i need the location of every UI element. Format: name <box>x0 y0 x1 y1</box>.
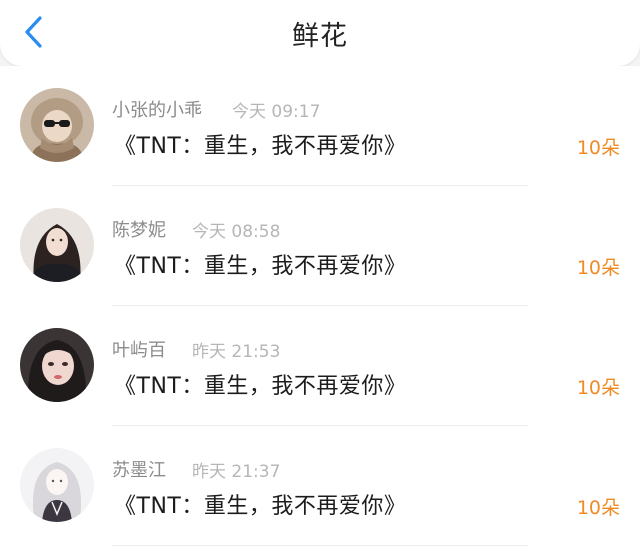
sender-name: 叶屿百 <box>112 340 166 361</box>
avatar[interactable] <box>20 448 94 522</box>
list-item[interactable]: 苏墨江 昨天 21:37 《TNT：重生，我不再爱你》 10朵 <box>0 426 640 546</box>
flower-count: 10朵 <box>576 497 620 519</box>
divider <box>112 545 528 546</box>
user-avatar-image <box>20 328 94 402</box>
user-avatar-image <box>20 88 94 162</box>
book-title[interactable]: 《TNT：重生，我不再爱你》 <box>114 488 406 520</box>
timestamp: 昨天 21:53 <box>192 342 281 362</box>
sender-name: 小张的小乖 <box>112 100 202 121</box>
flower-gift-list: 小张的小乖 今天 09:17 《TNT：重生，我不再爱你》 10朵 陈梦妮 今天… <box>0 66 640 548</box>
timestamp: 昨天 21:37 <box>192 462 281 482</box>
sender-name: 苏墨江 <box>112 460 166 481</box>
book-title[interactable]: 《TNT：重生，我不再爱你》 <box>114 128 406 160</box>
sender-name: 陈梦妮 <box>112 220 166 241</box>
list-item[interactable]: 小张的小乖 今天 09:17 《TNT：重生，我不再爱你》 10朵 <box>0 66 640 186</box>
flower-count: 10朵 <box>576 137 620 159</box>
timestamp: 今天 08:58 <box>192 222 281 242</box>
page-title: 鲜花 <box>292 21 348 52</box>
list-item[interactable]: 陈梦妮 今天 08:58 《TNT：重生，我不再爱你》 10朵 <box>0 186 640 306</box>
book-title[interactable]: 《TNT：重生，我不再爱你》 <box>114 248 406 280</box>
list-item[interactable]: 叶屿百 昨天 21:53 《TNT：重生，我不再爱你》 10朵 <box>0 306 640 426</box>
flower-count: 10朵 <box>576 377 620 399</box>
avatar[interactable] <box>20 208 94 282</box>
user-avatar-image <box>20 208 94 282</box>
top-bar: 鲜花 <box>0 0 640 66</box>
avatar[interactable] <box>20 88 94 162</box>
user-avatar-image <box>20 448 94 522</box>
flower-count: 10朵 <box>576 257 620 279</box>
timestamp: 今天 09:17 <box>232 102 321 122</box>
book-title[interactable]: 《TNT：重生，我不再爱你》 <box>114 368 406 400</box>
avatar[interactable] <box>20 328 94 402</box>
